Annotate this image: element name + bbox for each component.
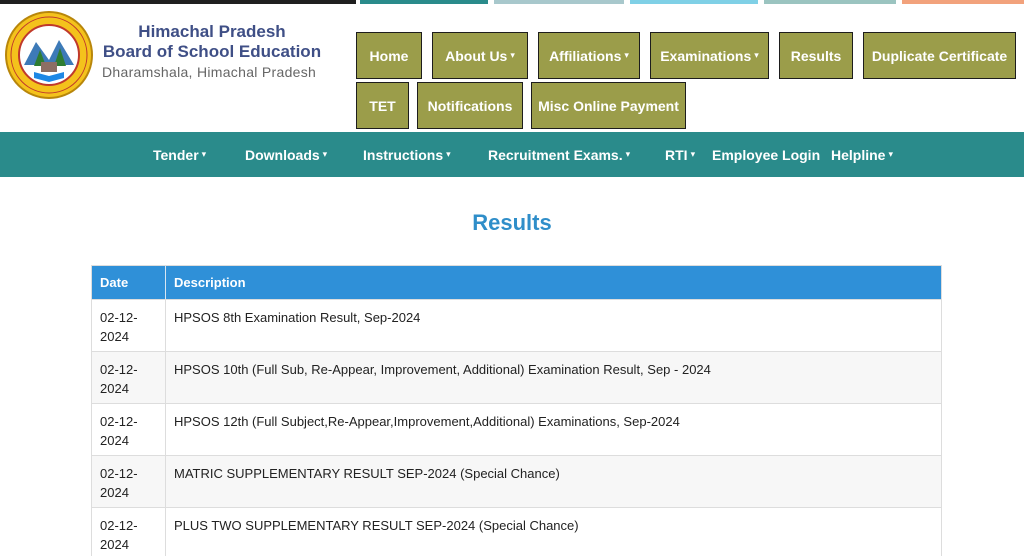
row-description[interactable]: PLUS TWO SUPPLEMENTARY RESULT SEP-2024 (… <box>166 508 941 556</box>
row-description[interactable]: HPSOS 12th (Full Subject,Re-Appear,Impro… <box>166 404 941 455</box>
page-title: Results <box>472 210 552 235</box>
table-row[interactable]: 02-12- 2024 HPSOS 8th Examination Result… <box>92 299 941 351</box>
row-date: 02-12- 2024 <box>92 404 166 455</box>
organization-name: Himachal Pradesh Board of School Educati… <box>102 22 322 82</box>
site-header: Himachal Pradesh Board of School Educati… <box>0 4 1024 132</box>
org-location: Dharamshala, Himachal Pradesh <box>102 64 317 80</box>
nav-label: Results <box>790 47 842 64</box>
nav-misc-online-payment[interactable]: Misc Online Payment <box>531 82 686 129</box>
secondary-nav: Tender ▾ Downloads ▾ Instructions ▾ Recr… <box>0 132 1024 177</box>
subnav-label: Tender <box>153 146 199 163</box>
nav-label: Affiliations <box>549 47 622 64</box>
column-header-description: Description <box>174 275 246 290</box>
nav-affiliations[interactable]: Affiliations ▾ <box>538 32 640 79</box>
subnav-label: RTI <box>665 146 688 163</box>
date-line: 02-12- <box>100 310 138 325</box>
nav-home[interactable]: Home <box>356 32 422 79</box>
date-line: 2024 <box>100 433 129 448</box>
chevron-down-icon: ▾ <box>624 50 629 60</box>
date-line: 02-12- <box>100 414 138 429</box>
nav-results[interactable]: Results <box>779 32 853 79</box>
subnav-employee-login[interactable]: Employee Login <box>712 132 820 177</box>
row-description[interactable]: MATRIC SUPPLEMENTARY RESULT SEP-2024 (Sp… <box>166 456 941 507</box>
subnav-label: Downloads <box>245 146 320 163</box>
table-header: Date Description <box>92 266 941 299</box>
chevron-down-icon: ▾ <box>201 149 207 159</box>
subnav-recruitment-exams[interactable]: Recruitment Exams. ▾ <box>488 132 630 177</box>
org-board: Board of School Education <box>102 42 322 61</box>
nav-duplicate-certificate[interactable]: Duplicate Certificate <box>863 32 1016 79</box>
nav-notifications[interactable]: Notifications <box>417 82 523 129</box>
table-row[interactable]: 02-12- 2024 HPSOS 10th (Full Sub, Re-App… <box>92 351 941 403</box>
row-date: 02-12- 2024 <box>92 456 166 507</box>
nav-label: TET <box>369 97 396 114</box>
date-line: 02-12- <box>100 466 138 481</box>
results-table: Date Description 02-12- 2024 HPSOS 8th E… <box>91 265 942 556</box>
date-line: 2024 <box>100 485 129 500</box>
row-date: 02-12- 2024 <box>92 508 166 556</box>
chevron-down-icon: ▾ <box>754 50 759 60</box>
nav-label: Home <box>369 47 409 64</box>
row-description[interactable]: HPSOS 10th (Full Sub, Re-Appear, Improve… <box>166 352 941 403</box>
subnav-rti[interactable]: RTI ▾ <box>665 132 695 177</box>
nav-about-us[interactable]: About Us ▾ <box>432 32 528 79</box>
nav-label: Examinations <box>660 47 752 64</box>
chevron-down-icon: ▾ <box>888 149 893 159</box>
chevron-down-icon: ▾ <box>510 50 515 60</box>
nav-label: Duplicate Certificate <box>871 47 1008 64</box>
nav-label: Misc Online Payment <box>538 97 679 114</box>
column-header-date: Date <box>92 266 166 299</box>
row-date: 02-12- 2024 <box>92 352 166 403</box>
row-date: 02-12- 2024 <box>92 300 166 351</box>
nav-label: Notifications <box>427 97 513 114</box>
subnav-label: Helpline <box>831 146 886 163</box>
chevron-down-icon: ▾ <box>446 149 451 159</box>
nav-label: About Us <box>445 47 508 64</box>
date-line: 02-12- <box>100 518 138 533</box>
nav-examinations[interactable]: Examinations ▾ <box>650 32 769 79</box>
table-row[interactable]: 02-12- 2024 PLUS TWO SUPPLEMENTARY RESUL… <box>92 507 941 556</box>
nav-tet[interactable]: TET <box>356 82 409 129</box>
date-line: 2024 <box>100 329 129 344</box>
table-row[interactable]: 02-12- 2024 HPSOS 12th (Full Subject,Re-… <box>92 403 941 455</box>
chevron-down-icon: ▾ <box>690 149 696 159</box>
table-row[interactable]: 02-12- 2024 MATRIC SUPPLEMENTARY RESULT … <box>92 455 941 507</box>
subnav-instructions[interactable]: Instructions ▾ <box>363 132 451 177</box>
subnav-label: Instructions <box>363 146 444 163</box>
chevron-down-icon: ▾ <box>322 149 328 159</box>
org-state: Himachal Pradesh <box>138 22 286 41</box>
subnav-downloads[interactable]: Downloads ▾ <box>245 132 327 177</box>
row-description[interactable]: HPSOS 8th Examination Result, Sep-2024 <box>166 300 941 351</box>
subnav-tender[interactable]: Tender ▾ <box>153 132 206 177</box>
date-line: 02-12- <box>100 362 138 377</box>
chevron-down-icon: ▾ <box>625 149 631 159</box>
subnav-label: Recruitment Exams. <box>488 146 623 163</box>
board-seal-icon[interactable] <box>4 10 94 100</box>
date-line: 2024 <box>100 381 129 396</box>
subnav-helpline[interactable]: Helpline ▾ <box>831 132 893 177</box>
date-line: 2024 <box>100 537 129 552</box>
subnav-label: Employee Login <box>712 146 821 163</box>
